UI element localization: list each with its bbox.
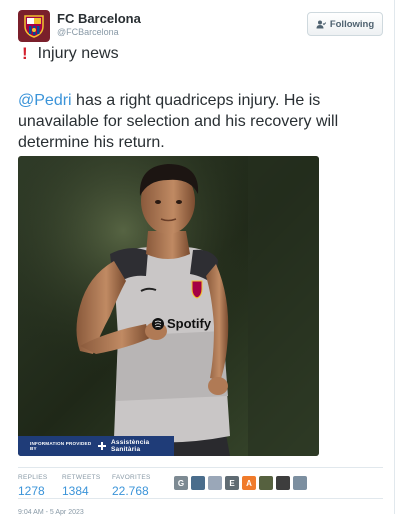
photo-credit-bar: INFORMATION PROVIDED BY Assistència Sani… [18, 436, 174, 456]
account-name[interactable]: FC Barcelona [57, 11, 141, 26]
favorites-count[interactable]: 22.768 [112, 484, 151, 498]
tweet-text: @Pedri has a right quadriceps injury. He… [18, 90, 388, 153]
mention-link[interactable]: @Pedri [18, 92, 72, 109]
credit-brand: Assistència Sanitària [111, 439, 150, 453]
credit-text: INFORMATION PROVIDED BY [30, 441, 92, 451]
person-check-icon [316, 20, 326, 29]
replies-count[interactable]: 1278 [18, 484, 48, 498]
exclamation-icon: ! [22, 44, 28, 63]
headline-text: Injury news [37, 45, 119, 62]
shirt-sponsor-text: Spotify [167, 316, 212, 331]
tweet-headline: ! Injury news [22, 44, 119, 64]
favorites-stat[interactable]: FAVORITES 22.768 [112, 474, 151, 498]
fcb-crest-icon [24, 15, 44, 38]
following-label: Following [329, 18, 375, 30]
account-avatar[interactable] [18, 10, 50, 42]
replies-stat[interactable]: REPLIES 1278 [18, 474, 48, 498]
tweet-card: FC Barcelona @FCBarcelona Following ! In… [0, 0, 395, 516]
tweet-photo[interactable]: Spotify INFORMATION PROVIDED BY Assistèn… [18, 156, 319, 456]
divider [18, 467, 383, 468]
favoriter-avatar[interactable] [208, 476, 222, 490]
favorites-label: FAVORITES [112, 474, 151, 481]
retweets-count[interactable]: 1384 [62, 484, 101, 498]
cross-icon [98, 442, 106, 450]
tweet-timestamp[interactable]: 9:04 AM - 5 Apr 2023 [18, 509, 84, 516]
replies-label: REPLIES [18, 474, 48, 481]
divider [18, 498, 383, 499]
favoriter-avatar[interactable] [276, 476, 290, 490]
favoriters-list: G EA [174, 476, 307, 490]
following-button[interactable]: Following [307, 12, 383, 36]
retweets-label: RETWEETS [62, 474, 101, 481]
favoriter-avatar[interactable] [191, 476, 205, 490]
favoriter-avatar[interactable] [293, 476, 307, 490]
retweets-stat[interactable]: RETWEETS 1384 [62, 474, 101, 498]
favoriter-avatar[interactable]: G [174, 476, 188, 490]
favoriter-avatar[interactable]: A [242, 476, 256, 490]
player-photo: Spotify [18, 156, 319, 456]
favoriter-avatar[interactable] [259, 476, 273, 490]
account-handle[interactable]: @FCBarcelona [57, 27, 119, 37]
favoriter-avatar[interactable]: E [225, 476, 239, 490]
